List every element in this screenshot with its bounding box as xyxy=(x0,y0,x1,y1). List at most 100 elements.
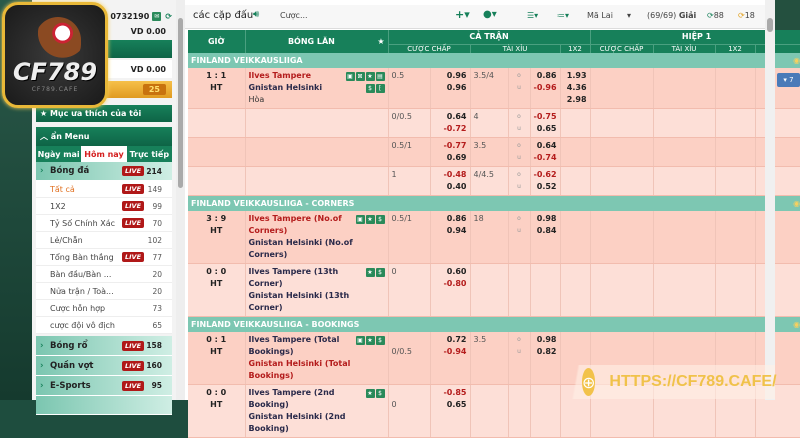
sport-item[interactable] xyxy=(36,396,172,415)
match-period: HT xyxy=(210,83,223,92)
odds-2[interactable]: 4.36 xyxy=(564,82,587,94)
market-item[interactable]: Nửa trận / Toà... 20 xyxy=(36,283,172,300)
handicap-away-odds[interactable]: 0.65 xyxy=(434,399,467,411)
sport-item[interactable]: › Quần vợt LIVE 160 xyxy=(36,356,172,376)
market-icon[interactable]: ▣ xyxy=(355,336,365,345)
chevron-down-icon[interactable]: ▾ xyxy=(627,11,631,20)
over-odds[interactable]: 0.98 xyxy=(534,334,557,346)
refresh-icon[interactable]: ◉ xyxy=(755,195,800,211)
market-item[interactable]: Bàn đầu/Bàn ... 20 xyxy=(36,266,172,283)
market-icon[interactable]: ⊠ xyxy=(355,72,365,81)
handicap-home-odds[interactable]: 0.60 xyxy=(434,266,467,278)
league-name[interactable]: FINLAND VEIKKAUSLIIGA xyxy=(188,53,756,68)
clock-icon[interactable]: ●▾ xyxy=(483,9,497,20)
handicap-home-odds[interactable]: 0.86 xyxy=(434,213,467,225)
market-icon[interactable]: $ xyxy=(375,389,385,398)
away-team[interactable]: Gnistan Helsinki (2nd Booking) xyxy=(249,411,385,435)
more-markets-button[interactable]: ▾ 7 xyxy=(777,73,800,87)
market-item[interactable]: Tổng Bàn thắng LIVE 77 xyxy=(36,249,172,266)
market-icon[interactable]: ★ xyxy=(365,72,375,81)
market-item[interactable]: cược đội vô địch 65 xyxy=(36,317,172,334)
handicap-home-odds[interactable]: 0.96 xyxy=(434,70,467,82)
sport-item[interactable]: › Bóng rổ LIVE 158 xyxy=(36,336,172,356)
market-icon[interactable]: $ xyxy=(375,268,385,277)
away-team[interactable]: Gnistan Helsinki (No.of Corners) xyxy=(249,237,385,261)
market-icon[interactable]: ★ xyxy=(365,336,375,345)
under-odds[interactable]: 0.82 xyxy=(534,346,557,358)
tab-tomorrow[interactable]: Ngày mai xyxy=(36,146,81,162)
under-odds[interactable]: 0.84 xyxy=(534,225,557,237)
market-icon[interactable]: $ xyxy=(375,336,385,345)
over-odds[interactable]: -0.75 xyxy=(534,111,557,123)
league-count[interactable]: (69/69) Giải xyxy=(647,11,696,20)
sport-item[interactable]: › E-Sports LIVE 95 xyxy=(36,376,172,396)
handicap-home-odds[interactable]: -0.85 xyxy=(434,387,466,399)
chevron-right-icon: › xyxy=(40,360,44,371)
tab-today[interactable]: Hôm nay xyxy=(81,146,127,162)
market-icon[interactable]: $ xyxy=(365,84,375,93)
handicap-home-odds[interactable]: 0.64 xyxy=(434,111,467,123)
market-icon[interactable]: ★ xyxy=(365,215,375,224)
under-odds[interactable]: -0.74 xyxy=(534,152,557,164)
away-team[interactable]: Gnistan Helsinki (Total Bookings) xyxy=(249,358,385,382)
sport-item[interactable]: › Bóng đá LIVE 214 xyxy=(36,162,172,181)
extra-cell: ▾ 7 xyxy=(755,68,800,109)
mail-icon[interactable]: ✉ xyxy=(152,11,162,21)
market-item[interactable]: 1X2 LIVE 99 xyxy=(36,198,172,215)
over-odds[interactable]: 0.86 xyxy=(534,70,557,82)
handicap-line: 0 xyxy=(391,267,397,276)
league-name[interactable]: FINLAND VEIKKAUSLIIGA - CORNERS xyxy=(188,195,756,211)
odds-1[interactable]: 1.93 xyxy=(564,70,587,82)
market-icon[interactable]: $ xyxy=(375,215,385,224)
market-item[interactable]: Lẻ/Chẵn 102 xyxy=(36,232,172,249)
market-item[interactable]: Cược hỗn hợp 73 xyxy=(36,300,172,317)
market-icon[interactable]: ★ xyxy=(365,268,375,277)
sound-icon[interactable]: 🔊︎ xyxy=(253,9,259,20)
tab-live[interactable]: Trực tiếp xyxy=(127,146,172,162)
main-scrollbar[interactable] xyxy=(765,0,775,400)
h1-overunder-cell xyxy=(653,211,716,264)
handicap-home-odds[interactable]: -0.77 xyxy=(434,140,466,152)
extra-cell xyxy=(755,108,800,138)
market-icon[interactable]: ▣ xyxy=(345,72,355,81)
under-odds[interactable]: 0.52 xyxy=(534,181,557,193)
market-icon[interactable]: ▤ xyxy=(375,72,385,81)
handicap-away-odds[interactable]: 0.94 xyxy=(434,225,467,237)
refresh-icon[interactable]: ◉ xyxy=(755,316,800,332)
hide-menu-button[interactable]: ︿ ẩn Menu xyxy=(36,127,172,146)
handicap-away-odds[interactable]: -0.94 xyxy=(434,346,466,358)
handicap-away-odds[interactable]: 0.40 xyxy=(434,181,467,193)
handicap-home-odds[interactable]: 0.72 xyxy=(434,334,467,346)
over-odds[interactable]: 0.98 xyxy=(534,213,557,225)
handicap-away-odds[interactable]: 0.96 xyxy=(434,82,467,94)
market-icon[interactable]: ★ xyxy=(365,389,375,398)
odds-x[interactable]: 2.98 xyxy=(564,94,587,106)
refresh-icon[interactable]: ⟳ xyxy=(165,12,172,21)
market-item[interactable]: Tất cả LIVE 149 xyxy=(36,181,172,198)
overunder-line-cell: 3.5/4 xyxy=(470,68,509,109)
market-icon[interactable]: ⁅ xyxy=(375,84,385,93)
add-icon[interactable]: +▾ xyxy=(455,8,470,21)
handicap-away-odds[interactable]: -0.72 xyxy=(434,123,466,135)
market-icon[interactable]: ▣ xyxy=(355,215,365,224)
handicap-away-odds[interactable]: -0.80 xyxy=(434,278,466,290)
under-odds[interactable]: 0.65 xyxy=(534,123,557,135)
market-item[interactable]: Tỷ Số Chính Xác LIVE 70 xyxy=(36,215,172,232)
over-odds[interactable]: -0.62 xyxy=(534,169,557,181)
star-icon[interactable]: ★ xyxy=(377,37,384,46)
sidebar-scrollbar[interactable] xyxy=(176,0,185,400)
handicap-home-odds[interactable]: -0.48 xyxy=(434,169,466,181)
odds-type-select[interactable]: Mã Lai xyxy=(587,11,613,20)
refresh-icon[interactable]: ◉ xyxy=(755,53,800,68)
league-name[interactable]: FINLAND VEIKKAUSLIIGA - BOOKINGS xyxy=(188,316,756,332)
league-count-value: (69/69) xyxy=(647,11,677,20)
refresh-button-1[interactable]: ⟳88 xyxy=(707,11,724,20)
sort-icon[interactable]: ☰▾ xyxy=(527,11,538,20)
away-team[interactable]: Gnistan Helsinki (13th Corner) xyxy=(249,290,385,314)
handicap-away-odds[interactable]: 0.69 xyxy=(434,152,467,164)
refresh-button-2[interactable]: ⟳18 xyxy=(738,11,755,20)
list-icon[interactable]: ≔▾ xyxy=(557,11,569,20)
bet-filter[interactable]: Cược... xyxy=(280,11,308,20)
under-odds[interactable]: -0.96 xyxy=(534,82,557,94)
over-odds[interactable]: 0.64 xyxy=(534,140,557,152)
